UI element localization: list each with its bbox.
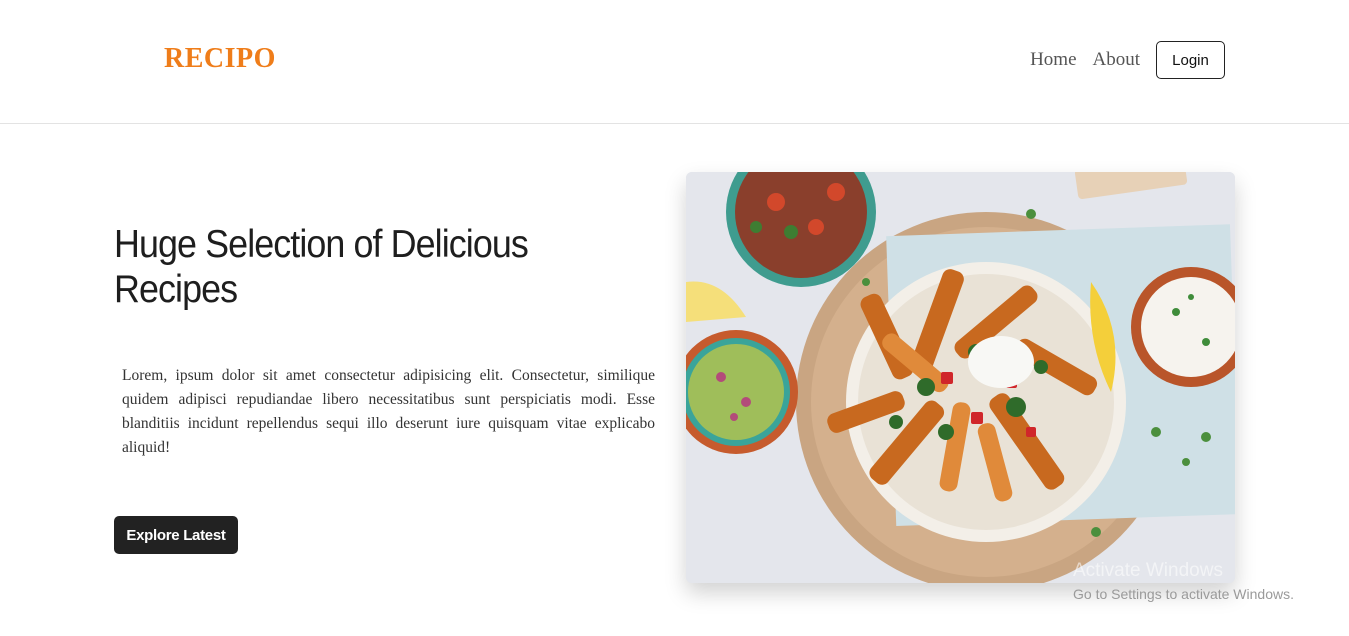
navbar: RECIPO Home About Login [0, 0, 1349, 124]
nav-links: Home About Login [1030, 41, 1225, 79]
hero-food-image [686, 172, 1235, 583]
food-illustration [686, 172, 1235, 583]
hero-title: Huge Selection of Delicious Recipes [114, 223, 529, 311]
os-watermark-title: Activate Windows [1073, 560, 1223, 581]
brand-logo[interactable]: RECIPO [164, 43, 276, 75]
hero-description: Lorem, ipsum dolor sit amet consectetur … [122, 367, 655, 456]
nav-link-about[interactable]: About [1093, 49, 1141, 71]
nav-link-home[interactable]: Home [1030, 49, 1076, 71]
os-watermark-subtitle: Go to Settings to activate Windows. [1073, 586, 1294, 602]
explore-latest-button[interactable]: Explore Latest [114, 516, 238, 554]
login-button[interactable]: Login [1156, 41, 1225, 79]
